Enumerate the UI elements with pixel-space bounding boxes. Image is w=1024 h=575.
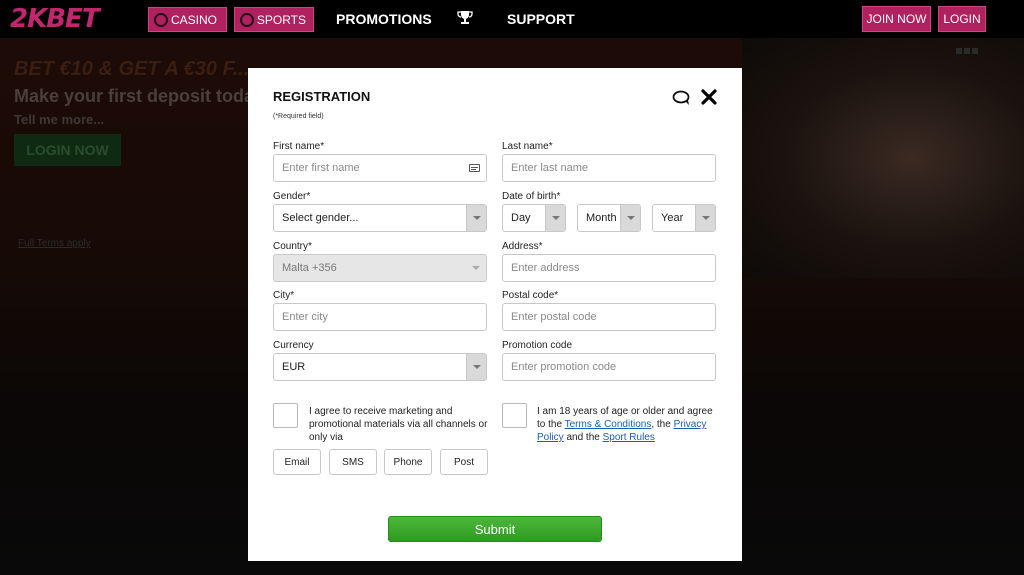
nav-casino-button[interactable]: CASINO <box>148 7 227 32</box>
nav-sports-label: SPORTS <box>256 12 306 27</box>
country-value: Malta +356 <box>282 262 337 274</box>
runner-icon <box>240 12 254 27</box>
dob-month-value: Month <box>586 212 617 224</box>
channel-post-button[interactable]: Post <box>440 449 488 475</box>
dob-year-value: Year <box>661 212 684 224</box>
modal-title: REGISTRATION <box>273 89 371 104</box>
gender-label: Gender* <box>273 191 311 202</box>
city-label: City* <box>273 290 295 301</box>
marketing-checkbox[interactable] <box>273 403 298 428</box>
promotion-code-placeholder: Enter promotion code <box>511 361 617 373</box>
first-name-placeholder: Enter first name <box>282 162 360 174</box>
dob-label: Date of birth* <box>502 191 561 202</box>
city-input[interactable]: Enter city <box>273 303 487 331</box>
age-terms-text: I am 18 years of age or older and agree … <box>537 405 722 444</box>
dob-day-value: Day <box>511 212 531 224</box>
currency-value: EUR <box>282 361 306 373</box>
sport-rules-link[interactable]: Sport Rules <box>603 432 655 443</box>
age-text-part-2: , the <box>651 419 674 430</box>
channel-email-button[interactable]: Email <box>273 449 321 475</box>
currency-label: Currency <box>273 340 314 351</box>
hero-subtitle: Make your first deposit today <box>14 86 265 106</box>
nav-promotions-link[interactable]: PROMOTIONS <box>336 11 432 27</box>
chevron-down-icon <box>695 205 715 231</box>
first-name-input[interactable]: Enter first name <box>273 154 487 182</box>
join-now-button[interactable]: JOIN NOW <box>862 6 931 32</box>
nav-sports-button[interactable]: SPORTS <box>234 7 314 32</box>
chevron-down-icon <box>466 354 486 380</box>
nav-casino-label: CASINO <box>171 12 218 27</box>
casino-chip-icon <box>154 12 168 27</box>
promotion-code-label: Promotion code <box>502 340 573 351</box>
last-name-label: Last name* <box>502 141 553 152</box>
gender-value: Select gender... <box>282 212 359 224</box>
country-label: Country* <box>273 241 312 252</box>
nav-support-link[interactable]: SUPPORT <box>507 11 575 27</box>
city-placeholder: Enter city <box>282 311 328 323</box>
chevron-down-icon <box>620 205 640 231</box>
required-field-note: (*Required field) <box>273 113 324 120</box>
age-text-part-3: and the <box>563 432 603 443</box>
login-button[interactable]: LOGIN <box>938 6 986 32</box>
hero-title: BET €10 & GET A €30 F... <box>14 58 250 80</box>
registration-modal: REGISTRATION (*Required field) First nam… <box>248 68 742 561</box>
country-select: Malta +356 <box>273 254 487 282</box>
hero-carousel-dots <box>956 48 978 54</box>
currency-select[interactable]: EUR <box>273 353 487 381</box>
contact-card-icon <box>469 164 480 172</box>
chevron-down-icon <box>545 205 565 231</box>
first-name-label: First name* <box>273 141 325 152</box>
terms-conditions-link[interactable]: Terms & Conditions <box>565 419 652 430</box>
hero-tell-more-link[interactable]: Tell me more... <box>14 112 104 127</box>
channel-phone-button[interactable]: Phone <box>384 449 432 475</box>
submit-button[interactable]: Submit <box>388 516 602 542</box>
chevron-down-icon <box>466 255 486 281</box>
promotion-code-input[interactable]: Enter promotion code <box>502 353 716 381</box>
marketing-consent-text: I agree to receive marketing and promoti… <box>309 406 488 443</box>
chevron-down-icon <box>466 205 486 231</box>
dob-day-select[interactable]: Day <box>502 204 566 232</box>
postal-code-input[interactable]: Enter postal code <box>502 303 716 331</box>
close-icon[interactable] <box>701 89 717 105</box>
chat-icon[interactable] <box>672 90 692 106</box>
hero-image <box>742 38 1024 278</box>
address-placeholder: Enter address <box>511 262 580 274</box>
postal-code-label: Postal code* <box>502 290 559 301</box>
dob-year-select[interactable]: Year <box>652 204 716 232</box>
brand-logo[interactable]: 2KBET <box>10 4 100 34</box>
channel-sms-button[interactable]: SMS <box>329 449 377 475</box>
last-name-input[interactable]: Enter last name <box>502 154 716 182</box>
dob-month-select[interactable]: Month <box>577 204 641 232</box>
address-label: Address* <box>502 241 543 252</box>
gender-select[interactable]: Select gender... <box>273 204 487 232</box>
age-terms-checkbox[interactable] <box>502 403 527 428</box>
address-input[interactable]: Enter address <box>502 254 716 282</box>
trophy-icon[interactable] <box>457 10 473 26</box>
postal-code-placeholder: Enter postal code <box>511 311 597 323</box>
hero-login-button[interactable]: LOGIN NOW <box>14 134 121 166</box>
top-navbar: 2KBET CASINO SPORTS PROMOTIONS SUPPORT J… <box>0 0 1024 38</box>
last-name-placeholder: Enter last name <box>511 162 589 174</box>
hero-terms-link[interactable]: Full Terms apply <box>18 238 91 249</box>
